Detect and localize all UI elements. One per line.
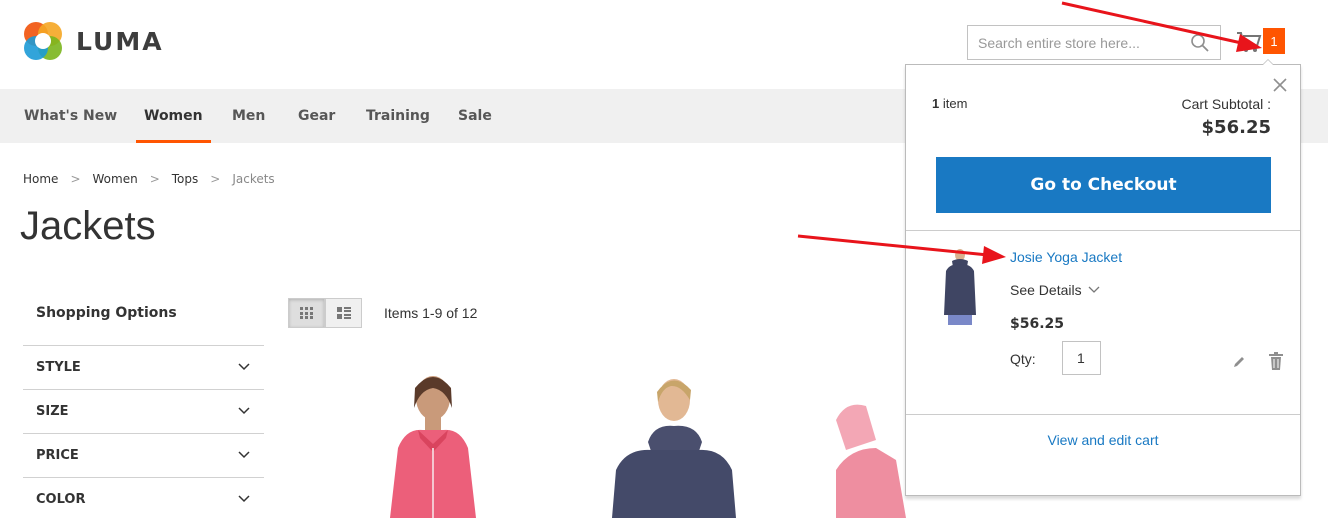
nav-item-whats-new[interactable]: What's New xyxy=(24,89,117,143)
product-image[interactable] xyxy=(318,360,548,518)
filter-color[interactable]: COLOR xyxy=(23,477,264,518)
shopping-options-title: Shopping Options xyxy=(36,305,177,321)
product-thumbnail[interactable] xyxy=(940,245,980,330)
grid-view-button[interactable] xyxy=(288,298,325,328)
chevron-down-icon xyxy=(238,407,250,415)
nav-item-sale[interactable]: Sale xyxy=(458,89,492,143)
page-title: Jackets xyxy=(20,204,156,248)
filter-price[interactable]: PRICE xyxy=(23,433,264,477)
nav-item-women[interactable]: Women xyxy=(136,89,211,143)
list-icon xyxy=(336,307,351,319)
trash-icon[interactable] xyxy=(1269,352,1283,370)
breadcrumb-home[interactable]: Home xyxy=(23,172,58,186)
see-details-toggle[interactable]: See Details xyxy=(1010,282,1100,298)
chevron-down-icon xyxy=(238,451,250,459)
filter-label: PRICE xyxy=(36,448,79,463)
logo-text: LUMA xyxy=(76,26,164,56)
breadcrumb-separator-icon: > xyxy=(210,172,221,186)
grid-icon xyxy=(299,307,313,319)
breadcrumb-tops[interactable]: Tops xyxy=(172,172,199,186)
see-details-label: See Details xyxy=(1010,282,1082,298)
cart-item-price: $56.25 xyxy=(1010,316,1065,332)
breadcrumb-current: Jackets xyxy=(232,172,275,186)
edit-pencil-icon[interactable] xyxy=(1232,355,1246,369)
filter-label: SIZE xyxy=(36,404,69,419)
search-input[interactable] xyxy=(968,26,1178,59)
subtotal-value: $56.25 xyxy=(1201,117,1271,138)
nav-item-gear[interactable]: Gear xyxy=(298,89,335,143)
chevron-down-icon xyxy=(1088,286,1100,293)
divider xyxy=(906,414,1300,415)
luma-logo-icon xyxy=(24,22,62,60)
store-logo[interactable]: LUMA xyxy=(22,20,177,62)
toolbar-amount: Items 1-9 of 12 xyxy=(384,305,478,321)
list-view-button[interactable] xyxy=(325,298,362,328)
minicart-toggle[interactable]: 1 xyxy=(1236,28,1288,56)
filter-size[interactable]: SIZE xyxy=(23,389,264,433)
minicart-item-count: 1 item xyxy=(932,96,967,111)
filter-style[interactable]: STYLE xyxy=(23,345,264,389)
breadcrumb-separator-icon: > xyxy=(149,172,160,186)
cart-item-name[interactable]: Josie Yoga Jacket xyxy=(1010,249,1122,265)
subtotal-label: Cart Subtotal : xyxy=(1181,96,1272,112)
breadcrumb-women[interactable]: Women xyxy=(93,172,138,186)
cart-icon[interactable] xyxy=(1236,30,1262,54)
breadcrumb-separator-icon: > xyxy=(70,172,81,186)
close-icon[interactable] xyxy=(1272,77,1288,93)
search-box xyxy=(967,25,1221,60)
breadcrumb: Home > Women > Tops > Jackets xyxy=(23,172,275,186)
view-edit-cart-link[interactable]: View and edit cart xyxy=(906,432,1300,448)
search-icon[interactable] xyxy=(1190,33,1210,53)
checkout-button[interactable]: Go to Checkout xyxy=(936,157,1271,213)
filter-label: COLOR xyxy=(36,492,86,507)
filter-label: STYLE xyxy=(36,360,81,375)
chevron-down-icon xyxy=(238,495,250,503)
item-count-number: 1 xyxy=(932,96,940,111)
nav-item-men[interactable]: Men xyxy=(232,89,265,143)
qty-label: Qty: xyxy=(1010,351,1036,367)
item-count-label: item xyxy=(942,96,968,111)
minicart-dropdown: 1 item Cart Subtotal : $56.25 Go to Chec… xyxy=(905,59,1301,496)
cart-count-badge[interactable]: 1 xyxy=(1263,28,1285,54)
chevron-down-icon xyxy=(238,363,250,371)
divider xyxy=(906,230,1300,231)
nav-item-training[interactable]: Training xyxy=(366,89,430,143)
product-image[interactable] xyxy=(556,360,786,518)
qty-input[interactable] xyxy=(1062,341,1101,375)
